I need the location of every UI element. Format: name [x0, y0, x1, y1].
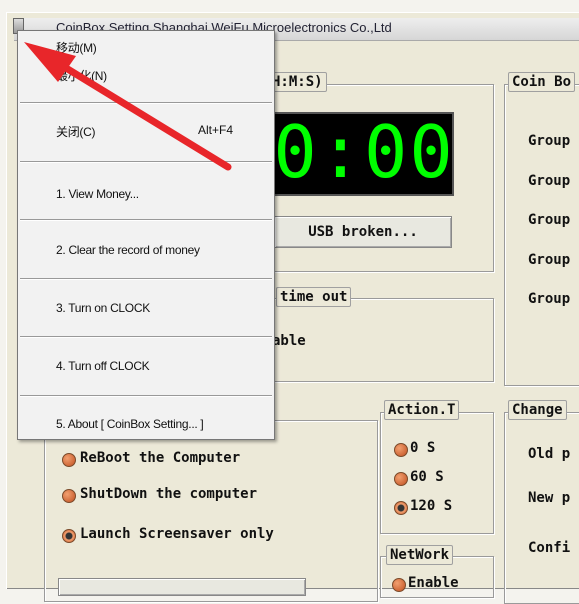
annotation-arrow	[24, 42, 232, 171]
